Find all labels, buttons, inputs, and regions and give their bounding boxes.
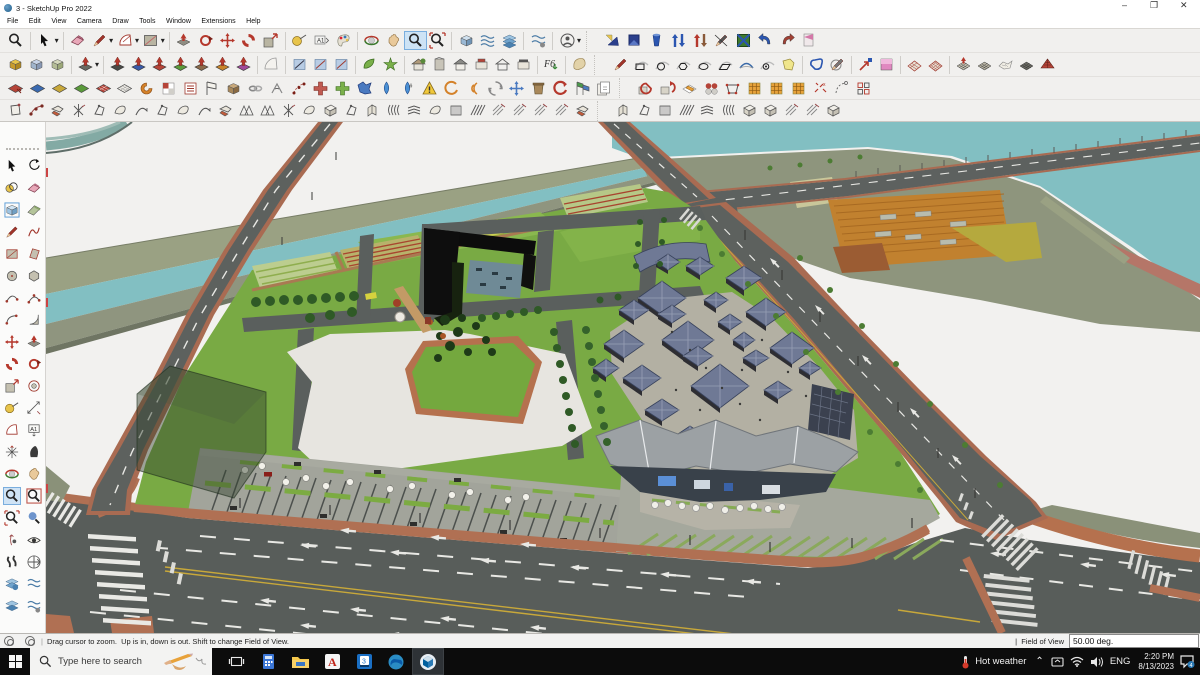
svg-text:F6: F6	[543, 59, 555, 70]
svg-text:3: 3	[362, 659, 366, 666]
svg-text:#: #	[409, 84, 413, 90]
svg-text:A: A	[328, 655, 337, 669]
svg-text:4: 4	[1190, 663, 1193, 669]
svg-text:A1: A1	[317, 39, 325, 45]
svg-text:A1: A1	[30, 427, 37, 433]
svg-text:x: x	[823, 82, 826, 88]
